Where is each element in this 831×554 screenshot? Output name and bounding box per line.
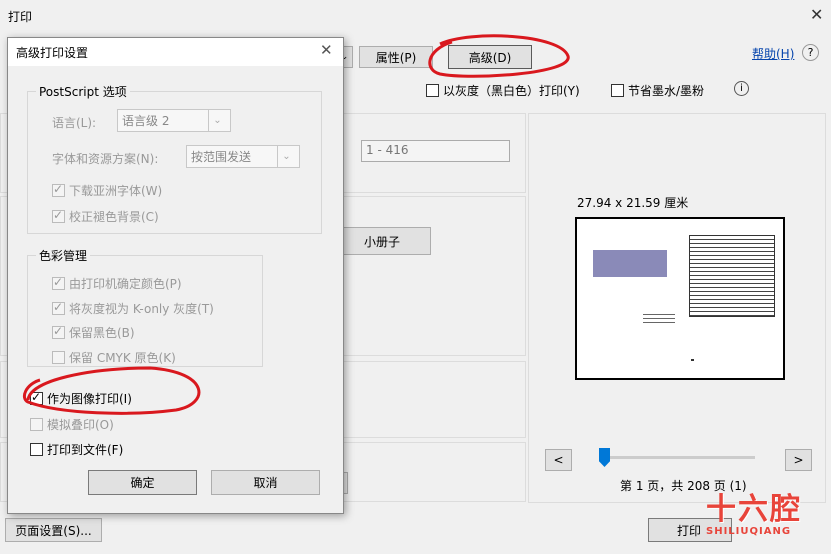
print-as-image-circle (23, 366, 201, 415)
annotation-overlay (23, 34, 570, 415)
advanced-button-circle (428, 34, 570, 78)
